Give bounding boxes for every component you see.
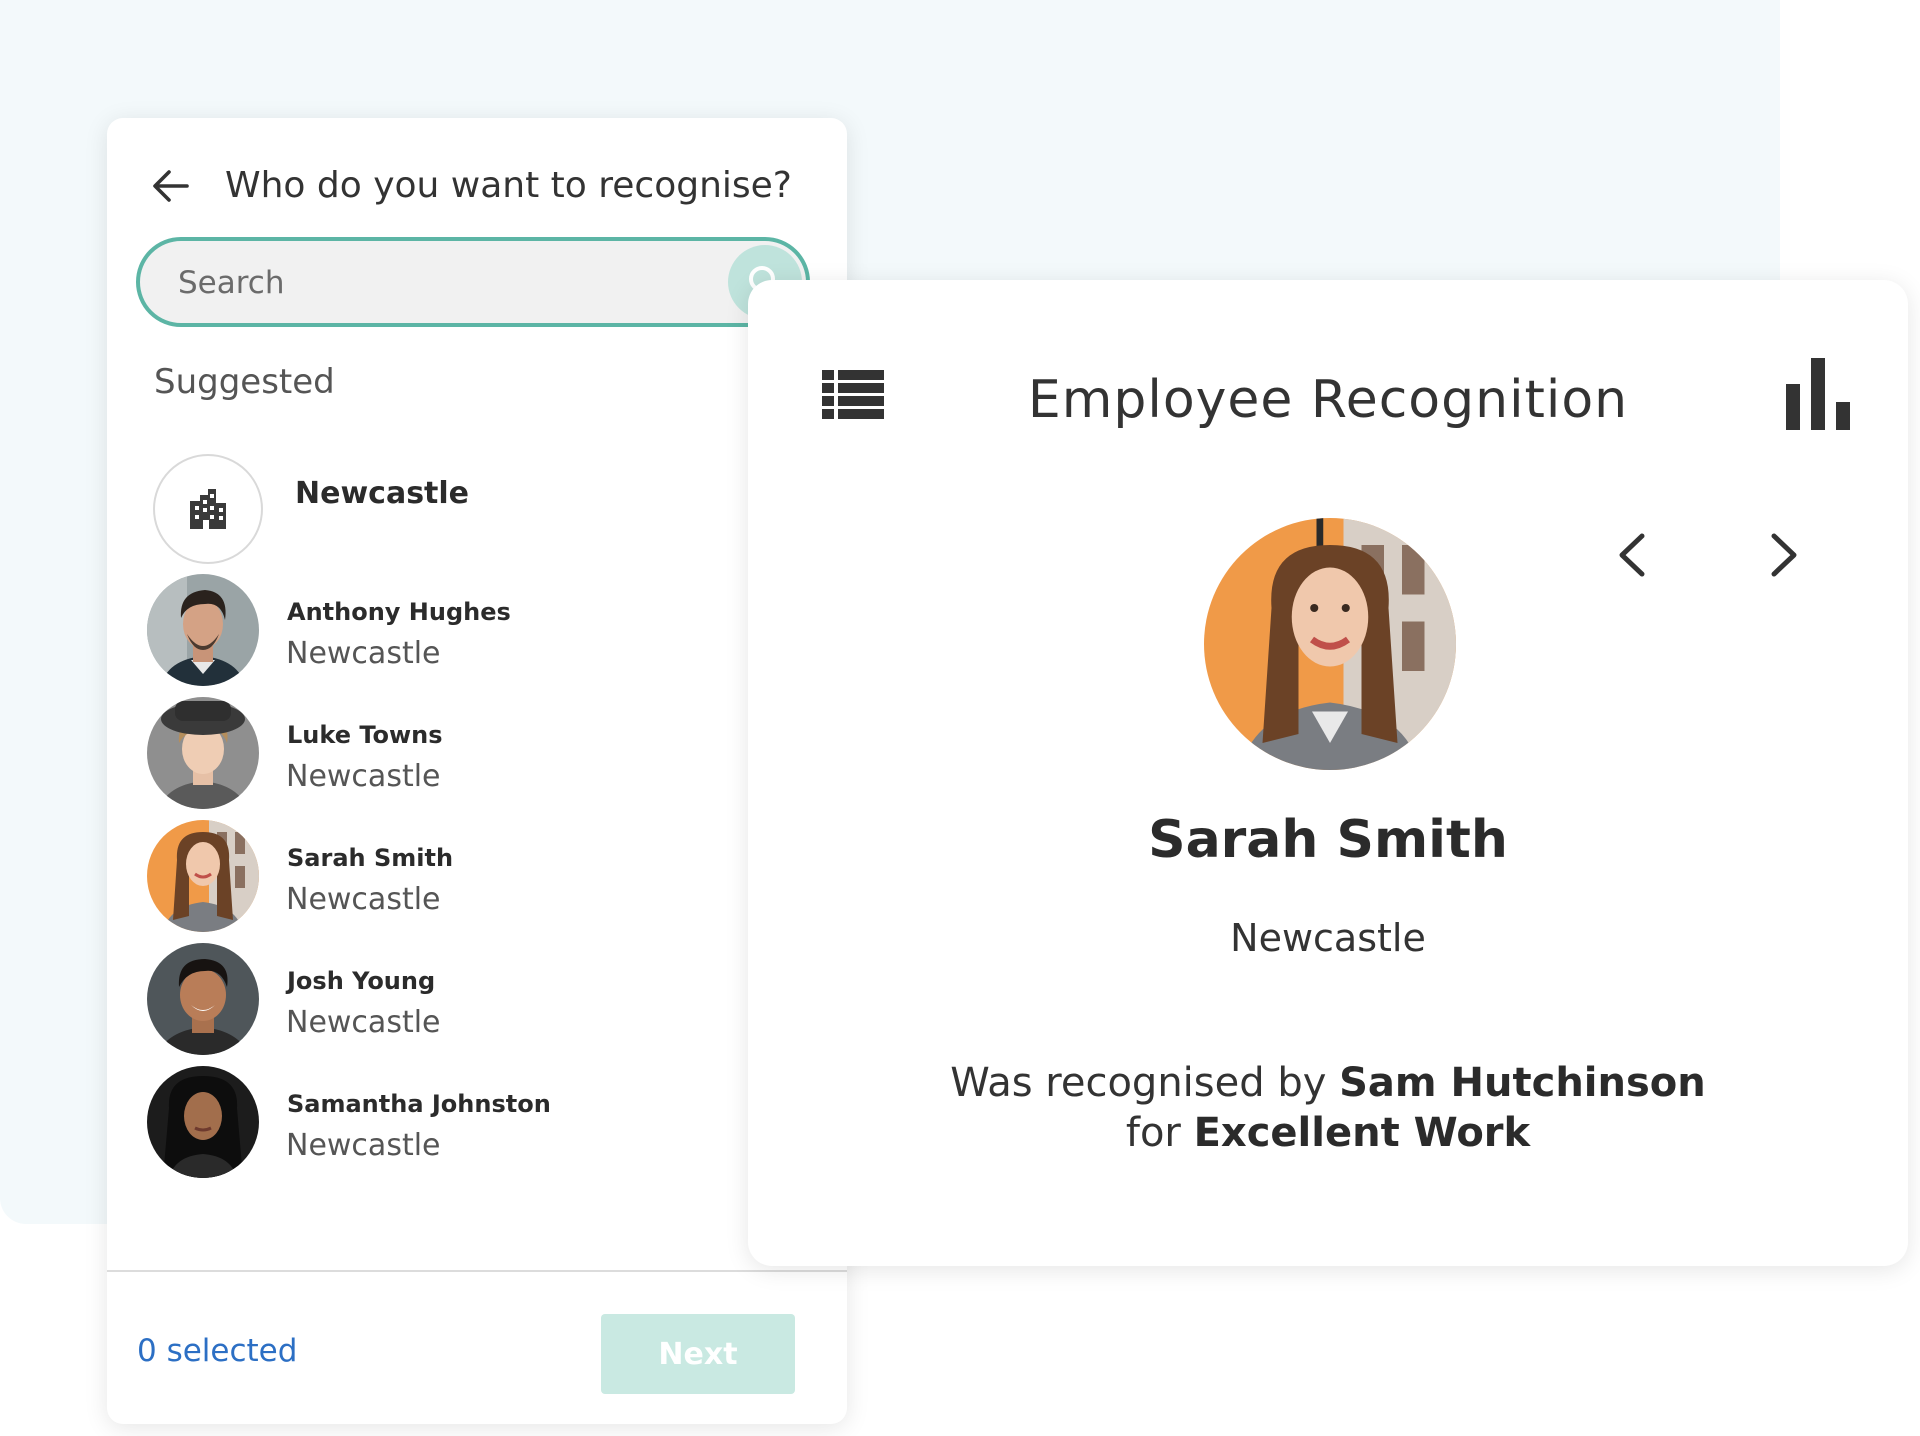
person-name: Josh Young xyxy=(287,967,436,995)
chevron-right-icon xyxy=(1771,533,1797,577)
selected-count[interactable]: 0 selected xyxy=(137,1333,297,1369)
previous-button[interactable] xyxy=(1602,520,1662,590)
person-item-josh-young[interactable]: Josh Young Newcastle xyxy=(147,941,807,1064)
next-button[interactable]: Next xyxy=(601,1314,795,1394)
person-location: Newcastle xyxy=(286,1128,441,1163)
person-item-luke-towns[interactable]: Luke Towns Newcastle xyxy=(147,695,807,818)
employee-name: Sarah Smith xyxy=(1148,810,1508,870)
person-item-anthony-hughes[interactable]: Anthony Hughes Newcastle xyxy=(147,572,807,695)
recognised-by-name: Sam Hutchinson xyxy=(1339,1060,1706,1106)
person-name: Anthony Hughes xyxy=(287,598,511,626)
person-location: Newcastle xyxy=(286,759,441,794)
group-item-newcastle[interactable]: Newcastle xyxy=(153,454,847,566)
card-title: Employee Recognition xyxy=(1027,370,1629,430)
person-name: Luke Towns xyxy=(287,721,443,749)
person-name: Samantha Johnston xyxy=(287,1090,551,1118)
search-input[interactable] xyxy=(176,241,680,325)
building-icon xyxy=(190,489,226,529)
award-name: Excellent Work xyxy=(1193,1110,1531,1156)
person-location: Newcastle xyxy=(286,636,441,671)
group-avatar xyxy=(153,454,263,564)
employee-recognition-card: Employee Recognition Sarah Smith Newcast… xyxy=(748,280,1908,1266)
group-name: Newcastle xyxy=(295,476,470,511)
person-location: Newcastle xyxy=(286,1005,441,1040)
person-name: Sarah Smith xyxy=(287,844,454,872)
recognition-prefix: Was recognised by xyxy=(950,1060,1327,1106)
employee-location: Newcastle xyxy=(1230,916,1426,960)
person-location: Newcastle xyxy=(286,882,441,917)
suggested-section-label: Suggested xyxy=(154,362,335,402)
back-button[interactable] xyxy=(143,158,199,214)
person-item-samantha-johnston[interactable]: Samantha Johnston Newcastle xyxy=(147,1064,807,1187)
suggested-people-list: Anthony Hughes Newcastle Luke Towns Newc… xyxy=(147,572,807,1187)
avatar xyxy=(147,574,259,686)
avatar xyxy=(147,943,259,1055)
recipient-picker-panel: Who do you want to recognise? Suggested … xyxy=(107,118,847,1424)
avatar xyxy=(147,1066,259,1178)
chevron-left-icon xyxy=(1619,533,1645,577)
bar-chart-icon[interactable] xyxy=(1786,358,1854,430)
search-box xyxy=(136,237,810,327)
avatar xyxy=(147,697,259,809)
recognition-for-word: for xyxy=(1125,1110,1181,1156)
person-item-sarah-smith[interactable]: Sarah Smith Newcastle xyxy=(147,818,807,941)
picker-title: Who do you want to recognise? xyxy=(225,165,792,206)
avatar xyxy=(147,820,259,932)
arrow-left-icon xyxy=(153,170,189,202)
recognition-message: Was recognised by Sam Hutchinson for Exc… xyxy=(748,1058,1908,1158)
footer-divider xyxy=(107,1270,847,1272)
next-arrow-button[interactable] xyxy=(1754,520,1814,590)
employee-avatar xyxy=(1204,518,1456,770)
